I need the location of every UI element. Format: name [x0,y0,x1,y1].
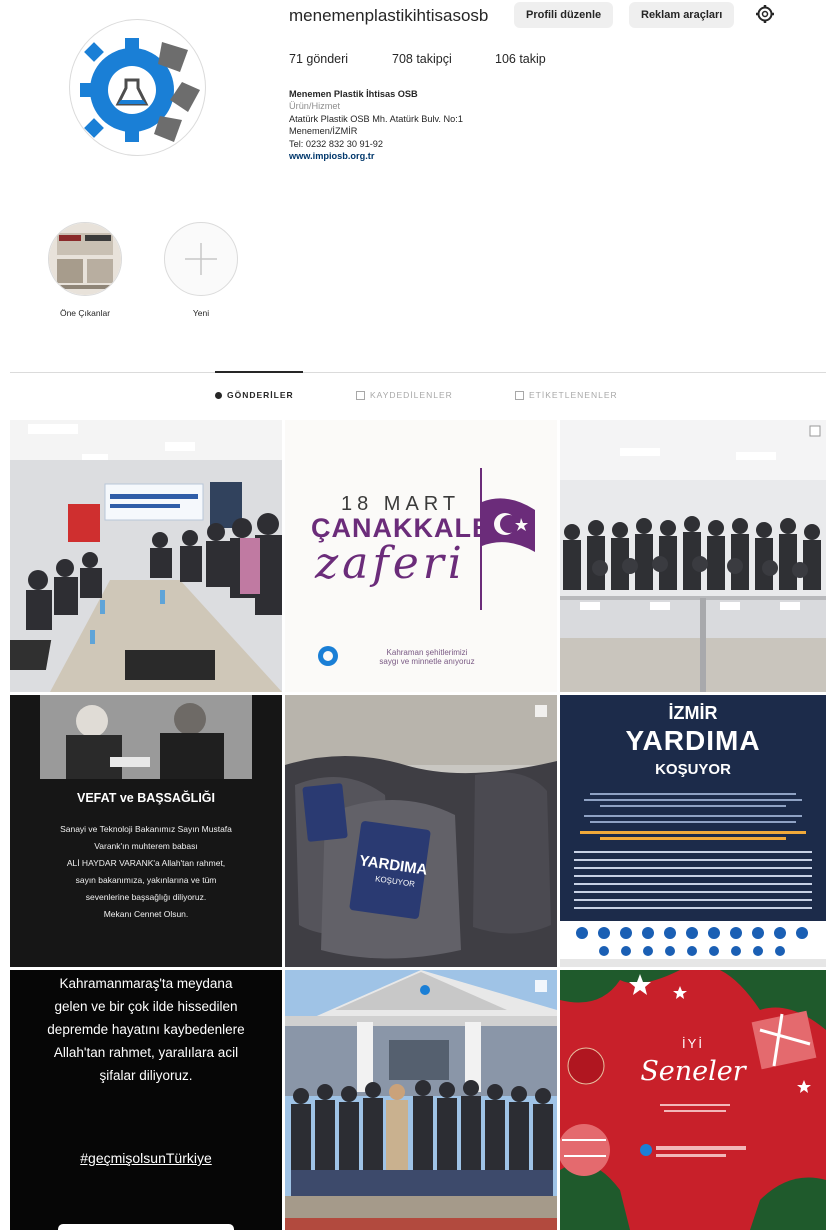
bio-category: Ürün/Hizmet [289,101,341,112]
post-caption: Kahraman şehitlerimizi saygı ve minnetle… [379,648,475,666]
post-body-text: Sanayi ve Teknoloji Bakanımız Sayın Must… [60,824,232,919]
settings-gear-icon[interactable] [755,4,775,24]
ad-tools-button[interactable]: Reklam araçları [629,2,735,28]
highlight-featured[interactable]: Öne Çıkanlar [47,222,123,318]
followers-count[interactable]: 708 takipçi [392,52,452,66]
profile-bio: Menemen Plastik İhtisas OSB Ürün/Hizmet … [289,88,589,162]
post-thumbnail-meeting-room[interactable] [10,420,282,692]
osb-logo-icon [70,20,205,155]
tabs-divider [10,372,826,373]
highlight-label: Öne Çıkanlar [59,308,111,318]
tab-tagged[interactable]: ETİKETLENENLER [515,390,618,400]
conference-photo [560,420,826,692]
aid-bags-photo [285,695,557,967]
posts-count: 71 gönderi [289,52,349,66]
profile-username: menemenplastikihtisasosb [289,6,489,25]
bio-website-link[interactable]: www.impiosb.org.tr [289,150,589,162]
highlight-cover-thumb [48,222,122,296]
post-canakkale-victory[interactable]: 18 MART ÇANAKKALE zaferi Kahraman şehitl… [285,420,557,692]
post-title-text: VEFAT ve BAŞSAĞLIĞI [77,791,215,805]
post-hashtag: #geçmişolsunTürkiye [80,1150,212,1166]
post-condolence-message[interactable]: VEFAT ve BAŞSAĞLIĞI Sanayi ve Teknoloji … [10,695,282,967]
post-izmir-aid-campaign[interactable]: İZMİR YARDIMA KOŞUYOR [560,695,826,967]
bio-address-line1: Atatürk Plastik OSB Mh. Atatürk Bulv. No… [289,113,463,124]
post-body-text: Kahramanmaraş'ta meydana gelen ve bir ço… [47,976,245,1083]
tab-posts[interactable]: GÖNDERİLER [215,390,294,400]
meeting-photo [10,420,282,692]
tab-saved[interactable]: KAYDEDİLENLER [356,390,453,400]
plus-icon [164,222,238,296]
bookmark-icon [356,390,365,400]
post-thumbnail-conference[interactable] [560,420,826,692]
greeting-line1: İYİ [682,1036,704,1051]
greeting-line2: Seneler [640,1056,746,1087]
edit-profile-button[interactable]: Profili düzenle [514,2,614,28]
bio-name: Menemen Plastik İhtisas OSB [289,89,418,99]
post-new-year-greeting[interactable]: İYİ Seneler [560,970,826,1230]
highlight-label: Yeni [192,308,210,318]
post-earthquake-condolence[interactable]: Kahramanmaraş'ta meydana gelen ve bir ço… [10,970,282,1230]
post-bottom-bar [58,1224,234,1230]
highlight-new[interactable]: Yeni [163,222,239,318]
grid-icon [215,391,222,399]
tag-icon [515,390,524,400]
campaign-details-graphic [560,793,826,967]
active-tab-indicator [215,371,303,373]
following-count[interactable]: 106 takip [495,52,546,66]
profile-avatar[interactable] [70,20,205,155]
post-aid-bags[interactable]: YARDIMA KOŞUYOR [285,695,557,967]
christmas-decoration-graphic [560,970,826,1230]
portrait-photo [40,695,252,779]
post-script-text: zaferi [315,538,466,589]
group-photo [285,970,557,1230]
bio-address-line2: Menemen/İZMİR [289,126,358,137]
post-thumbnail-group-photo[interactable] [285,970,557,1230]
bio-phone: Tel: 0232 832 30 91-92 [289,138,383,149]
